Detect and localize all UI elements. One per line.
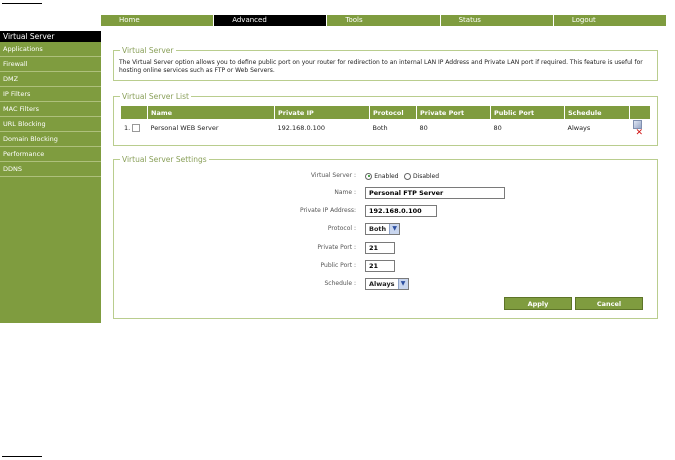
sidebar-item-performance[interactable]: Performance: [0, 147, 101, 162]
delete-icon[interactable]: ✕: [636, 128, 644, 137]
tab-home[interactable]: Home: [101, 15, 215, 26]
schedule-label: Schedule :: [324, 280, 357, 287]
name-field[interactable]: [365, 187, 505, 199]
col-header-private-port: Private Port: [416, 106, 491, 119]
public-port-row: Public Port :: [114, 260, 659, 274]
protocol-value: Both: [369, 225, 387, 233]
private-port-label: Private Port :: [317, 244, 356, 251]
private-port-control: [365, 242, 395, 254]
protocol-select[interactable]: Both ▼: [365, 223, 401, 235]
col-header-index: [121, 106, 148, 119]
virtual-server-label: Virtual Server :: [310, 172, 356, 179]
sidebar-item-domain-blocking[interactable]: Domain Blocking: [0, 132, 101, 147]
col-header-protocol: Protocol: [369, 106, 417, 119]
sidebar-item-ip-filters[interactable]: IP Filters: [0, 87, 101, 102]
tab-tools[interactable]: Tools: [327, 15, 441, 26]
top-divider: [2, 3, 42, 4]
virtual-server-settings-panel: Virtual Server Settings Virtual Server :…: [113, 155, 659, 319]
schedule-row: Schedule : Always ▼: [114, 278, 659, 292]
protocol-row: Protocol : Both ▼: [114, 223, 659, 237]
row-private-port: 80: [419, 124, 428, 132]
row-name: Personal WEB Server: [150, 124, 219, 132]
top-nav: Home Advanced Tools Status Logout: [101, 15, 666, 26]
sidebar-item-url-blocking[interactable]: URL Blocking: [0, 117, 101, 132]
tab-advanced[interactable]: Advanced: [214, 15, 328, 26]
virtual-server-settings-legend: Virtual Server Settings: [120, 155, 209, 164]
public-port-label: Public Port :: [320, 262, 357, 269]
enabled-radio[interactable]: [365, 172, 372, 180]
sidebar-item-firewall[interactable]: Firewall: [0, 57, 101, 72]
private-port-row: Private Port :: [114, 242, 659, 256]
row-index: 1.: [124, 124, 131, 132]
tab-logout[interactable]: Logout: [554, 15, 666, 26]
public-port-field[interactable]: [365, 260, 395, 272]
private-port-field[interactable]: [365, 242, 395, 254]
name-row: Name :: [114, 187, 659, 201]
name-label: Name :: [334, 189, 356, 196]
private-ip-field[interactable]: [365, 205, 437, 217]
sidebar-item-dmz[interactable]: DMZ: [0, 72, 101, 87]
protocol-control: Both ▼: [365, 223, 401, 235]
cancel-button[interactable]: Cancel: [575, 297, 643, 310]
disabled-label: Disabled: [412, 172, 440, 180]
sidebar: Virtual Server Applications Firewall DMZ…: [0, 31, 101, 323]
ip-row: Private IP Address:: [114, 205, 659, 219]
virtual-server-panel: Virtual Server The Virtual Server option…: [113, 46, 658, 81]
tab-status[interactable]: Status: [441, 15, 554, 26]
col-header-schedule: Schedule: [564, 106, 630, 119]
sidebar-item-mac-filters[interactable]: MAC Filters: [0, 102, 101, 117]
schedule-select[interactable]: Always ▼: [365, 278, 409, 290]
virtual-server-list-panel: Virtual Server List Name Private IP Prot…: [113, 92, 658, 146]
row-index-cell: 1.: [121, 119, 148, 137]
table-header-row: Name Private IP Protocol Private Port Pu…: [121, 106, 651, 119]
col-header-private-ip: Private IP: [274, 106, 370, 119]
row-checkbox[interactable]: [132, 124, 141, 132]
sidebar-item-applications[interactable]: Applications: [0, 42, 101, 57]
virtual-server-description: The Virtual Server option allows you to …: [119, 59, 643, 74]
private-ip-label: Private IP Address:: [299, 207, 356, 214]
virtual-server-table: Name Private IP Protocol Private Port Pu…: [121, 106, 651, 137]
bottom-divider: [2, 456, 42, 457]
apply-button[interactable]: Apply: [504, 297, 572, 310]
col-header-public-port: Public Port: [490, 106, 565, 119]
table-row: 1. Personal WEB Server 192.168.0.100 Bot…: [121, 119, 651, 137]
schedule-value: Always: [369, 280, 395, 288]
sidebar-item-ddns[interactable]: DDNS: [0, 162, 101, 177]
disabled-radio[interactable]: [403, 172, 411, 180]
protocol-label: Protocol :: [327, 225, 356, 232]
row-schedule: Always: [567, 124, 591, 132]
chevron-down-icon[interactable]: ▼: [397, 279, 408, 289]
virtual-server-row: Virtual Server : Enabled Disabled: [114, 170, 659, 184]
col-header-name: Name: [147, 106, 275, 119]
name-control: [365, 187, 505, 199]
enabled-label: Enabled: [374, 172, 399, 180]
chevron-down-icon[interactable]: ▼: [389, 224, 400, 234]
sidebar-item-virtual-server[interactable]: Virtual Server: [0, 31, 101, 42]
ip-control: [365, 205, 437, 217]
public-port-control: [365, 260, 395, 272]
schedule-control: Always ▼: [365, 278, 409, 290]
row-private-ip: 192.168.0.100: [277, 124, 326, 132]
row-protocol: Both: [372, 124, 388, 132]
col-header-actions: [629, 106, 651, 119]
virtual-server-legend: Virtual Server: [120, 46, 176, 55]
virtual-server-list-legend: Virtual Server List: [120, 92, 191, 101]
row-public-port: 80: [493, 124, 502, 132]
virtual-server-radio-group: Enabled Disabled: [365, 172, 442, 180]
row-actions: ✕: [630, 119, 651, 137]
